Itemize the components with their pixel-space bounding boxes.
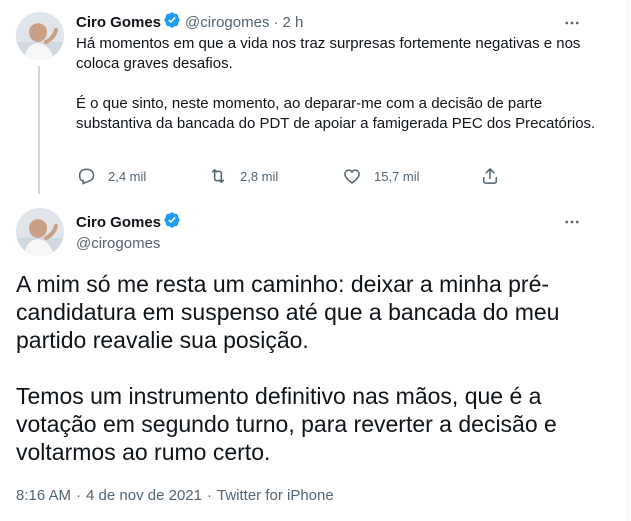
more-dots-icon (565, 21, 579, 25)
reply-icon (79, 168, 95, 185)
tweet-actions: 2,4 mil 2,8 mil 15,7 mil (76, 166, 506, 186)
share-icon (483, 168, 497, 184)
heart-icon (344, 169, 360, 185)
avatar-photo (16, 12, 64, 60)
tweet-1-text: Há momentos em que a vida nos traz surpr… (76, 34, 596, 134)
tweet-time[interactable]: 8:16 AM (16, 487, 71, 504)
dot-separator: · (273, 13, 279, 31)
reply-button[interactable]: 2,4 mil (76, 166, 146, 186)
tweet-time[interactable]: 2 h (282, 14, 303, 31)
author-handle[interactable]: @cirogomes (185, 14, 269, 31)
dot-separator: · (206, 486, 212, 504)
tweet-paragraph: Temos um instrumento definitivo nas mãos… (16, 383, 557, 465)
tweet-2-text: A mim só me resta um caminho: deixar a m… (16, 270, 576, 466)
author-name[interactable]: Ciro Gomes (76, 214, 161, 231)
tweet-2-header: Ciro Gomes @cirogomes (76, 211, 181, 254)
avatar-photo (16, 208, 64, 256)
tweet-1[interactable]: Ciro Gomes @cirogomes · 2 h Há momentos … (0, 0, 628, 200)
avatar[interactable] (16, 208, 64, 256)
author-handle[interactable]: @cirogomes (76, 234, 181, 254)
tweet-1-header: Ciro Gomes @cirogomes · 2 h (76, 11, 303, 34)
retweet-button[interactable]: 2,8 mil (208, 166, 278, 186)
tweet-paragraph: Há momentos em que a vida nos traz surpr… (76, 35, 581, 72)
more-dots-icon (565, 220, 579, 224)
tweet-paragraph: É o que sinto, neste momento, ao deparar… (76, 95, 596, 132)
more-options-button[interactable] (562, 13, 582, 33)
author-name[interactable]: Ciro Gomes (76, 14, 161, 31)
share-button[interactable] (480, 166, 500, 186)
retweet-count: 2,8 mil (240, 168, 279, 184)
like-button[interactable]: 15,7 mil (342, 166, 420, 186)
tweet-metadata: 8:16 AM · 4 de nov de 2021 · Twitter for… (16, 485, 334, 505)
like-count: 15,7 mil (374, 168, 420, 184)
avatar[interactable] (16, 12, 64, 60)
reply-count: 2,4 mil (108, 168, 147, 184)
thread-line (38, 66, 40, 194)
tweet-paragraph: A mim só me resta um caminho: deixar a m… (16, 271, 560, 353)
tweet-date[interactable]: 4 de nov de 2021 (86, 487, 202, 504)
more-options-button[interactable] (562, 212, 582, 232)
retweet-icon (211, 169, 225, 183)
verified-badge-icon (163, 211, 181, 234)
tweet-source[interactable]: Twitter for iPhone (217, 487, 334, 504)
verified-badge-icon (163, 11, 181, 34)
dot-separator: · (76, 486, 82, 504)
